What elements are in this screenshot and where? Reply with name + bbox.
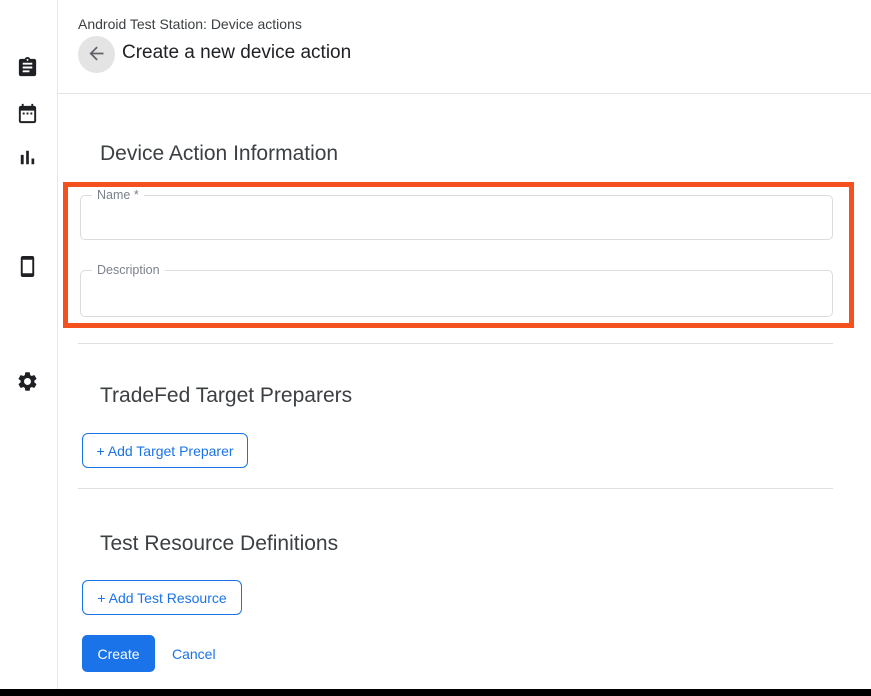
sidebar-item-reports[interactable] — [14, 144, 40, 170]
smartphone-icon — [14, 255, 40, 278]
description-field[interactable]: Description — [80, 270, 833, 317]
sidebar-item-devices[interactable] — [14, 253, 40, 279]
gear-icon — [14, 370, 40, 393]
add-target-preparer-button[interactable]: + Add Target Preparer — [82, 433, 248, 468]
section-title-target-preparers: TradeFed Target Preparers — [100, 384, 352, 408]
bar-chart-icon — [14, 146, 40, 169]
calendar-icon — [14, 102, 40, 125]
add-test-resource-button[interactable]: + Add Test Resource — [82, 580, 242, 615]
back-button[interactable] — [78, 36, 115, 73]
page-title: Create a new device action — [122, 42, 351, 64]
section-title-device-action-information: Device Action Information — [100, 142, 338, 166]
name-field-label: Name * — [92, 188, 144, 203]
sidebar-item-schedule[interactable] — [14, 100, 40, 126]
arrow-left-icon — [86, 43, 107, 67]
name-field[interactable]: Name * — [80, 195, 833, 240]
clipboard-icon — [14, 56, 40, 79]
description-field-label: Description — [92, 263, 165, 278]
breadcrumb: Android Test Station: Device actions — [78, 16, 302, 32]
section-divider — [78, 488, 833, 489]
cancel-link[interactable]: Cancel — [172, 646, 216, 662]
header-divider — [58, 93, 871, 94]
window-bottom-border — [0, 689, 871, 696]
app-window: Android Test Station: Device actions Cre… — [0, 0, 871, 696]
sidebar-item-settings[interactable] — [14, 368, 40, 394]
create-button[interactable]: Create — [82, 635, 155, 672]
description-input[interactable] — [91, 277, 822, 310]
section-title-test-resources: Test Resource Definitions — [100, 532, 338, 556]
section-divider — [78, 343, 833, 344]
sidebar-item-tests[interactable] — [14, 54, 40, 80]
sidebar — [0, 0, 58, 689]
name-input[interactable] — [91, 202, 822, 233]
